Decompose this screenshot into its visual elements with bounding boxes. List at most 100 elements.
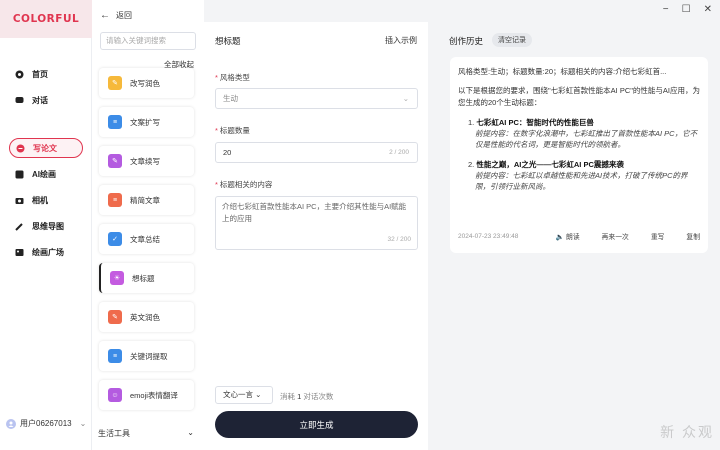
left-nav: COLORFUL 首页 对话 写论文 AI绘画 相机 思维导图 绘画广场 用户0… — [0, 0, 92, 450]
nav-item-gallery[interactable]: 绘画广场 — [9, 242, 83, 262]
copy-button[interactable]: 复制 — [686, 231, 700, 241]
count-counter: 2 / 200 — [389, 149, 409, 156]
insert-example-button[interactable]: 插入示例 — [385, 35, 417, 46]
chat-icon — [15, 96, 24, 105]
brand-logo: COLORFUL — [0, 0, 92, 38]
window-controls: − ☐ ✕ — [663, 4, 712, 15]
watermark: 新 众观 — [660, 424, 714, 440]
content-label: * 标题相关的内容 — [215, 180, 273, 189]
form-panel: 想标题 插入示例 * 风格类型 生动 ⌄ * 标题数量 20 2 / 200 * 标题… — [204, 22, 428, 450]
speaker-icon: 🔈 — [555, 234, 565, 241]
lightbulb-icon: ☀ — [110, 271, 124, 285]
back-button[interactable]: ← 返回 — [100, 10, 132, 21]
pen-icon: ✎ — [108, 310, 122, 324]
history-footer: 2024-07-23 23:49:48 🔈 朗读 再来一次 重写 复制 — [458, 231, 700, 242]
tool-item-expand[interactable]: ≡ 文案扩写 — [99, 107, 194, 137]
content-textarea[interactable]: 介绍七彩虹首款性能本AI PC，主要介绍其性能与AI赋能上的应用 32 / 20… — [215, 196, 418, 250]
history-intro: 以下是根据您的要求，围绕"七彩虹首款性能本AI PC"的性能与AI应用，为您生成… — [458, 86, 700, 107]
tool-label: 改写润色 — [130, 78, 160, 88]
chevron-down-icon: ⌄ — [187, 428, 194, 437]
rewrite-button[interactable]: 重写 — [651, 231, 665, 241]
history-panel: 创作历史 清空记录 风格类型:生动；标题数量:20；标题相关的内容:介绍七彩虹首… — [440, 22, 715, 450]
nav-item-ai-paint[interactable]: AI绘画 — [9, 164, 83, 184]
paper-icon — [16, 144, 25, 153]
generate-button[interactable]: 立即生成 — [215, 411, 418, 438]
tool-label: 想标题 — [132, 273, 155, 283]
count-value: 20 — [223, 148, 232, 157]
content-value: 介绍七彩虹首款性能本AI PC，主要介绍其性能与AI赋能上的应用 — [222, 202, 407, 223]
result-item: 2. 性能之巅，AI之光——七彩虹AI PC震撼来袭 前提内容：七彩虹以卓越性能… — [468, 160, 688, 191]
chevron-down-icon: ⌄ — [79, 419, 87, 428]
nav-label: 相机 — [32, 195, 48, 205]
home-icon — [15, 70, 24, 79]
tool-item-title-ideas[interactable]: ☀ 想标题 — [99, 263, 194, 293]
minimize-icon[interactable]: − — [663, 4, 669, 15]
tool-list-panel: ← 返回 请输入关键词搜索 全部收起 ✎ 改写润色 ≡ 文案扩写 ✎ 文章续写 … — [92, 0, 204, 450]
gallery-icon — [15, 248, 24, 257]
keyword-icon: ≡ — [108, 349, 122, 363]
camera-icon — [15, 196, 24, 205]
tool-search-input[interactable]: 请输入关键词搜索 — [100, 32, 196, 50]
cost-info: 消耗 1 对话次数 — [280, 392, 334, 401]
tool-label: 文案扩写 — [130, 117, 160, 127]
tool-label: 英文润色 — [130, 312, 160, 322]
nav-label: 写论文 — [33, 143, 57, 153]
life-tools-group[interactable]: 生活工具 ⌄ — [98, 428, 194, 439]
tool-label: 文章续写 — [130, 156, 160, 166]
history-card: 风格类型:生动；标题数量:20；标题相关的内容:介绍七彩虹首... 以下是根据您… — [450, 57, 708, 253]
nav-label: 首页 — [32, 69, 48, 79]
maximize-icon[interactable]: ☐ — [682, 4, 691, 15]
style-label: * 风格类型 — [215, 73, 250, 82]
summary-icon: ✓ — [108, 232, 122, 246]
emoji-icon: ☺ — [108, 388, 122, 402]
result-item: 1. 七彩虹AI PC：智能时代的性能巨兽 前提内容：在数字化浪潮中，七彩虹推出… — [468, 118, 698, 149]
tool-item-simplify[interactable]: ≡ 精简文章 — [99, 185, 194, 215]
nav-item-camera[interactable]: 相机 — [9, 190, 83, 210]
back-label: 返回 — [116, 11, 132, 20]
tool-label: emoji表情翻译 — [130, 390, 178, 400]
nav-item-write-paper[interactable]: 写论文 — [9, 138, 83, 158]
form-title: 想标题 — [215, 36, 241, 46]
style-value: 生动 — [223, 94, 238, 103]
tool-item-emoji-translate[interactable]: ☺ emoji表情翻译 — [99, 380, 194, 410]
ai-paint-icon — [15, 170, 24, 179]
life-tools-label: 生活工具 — [98, 429, 130, 438]
document-icon: ≡ — [108, 115, 122, 129]
style-select[interactable]: 生动 ⌄ — [215, 88, 418, 109]
close-icon[interactable]: ✕ — [704, 4, 712, 15]
mindmap-icon — [15, 222, 24, 231]
nav-item-mindmap[interactable]: 思维导图 — [9, 216, 83, 236]
retry-button[interactable]: 再来一次 — [602, 231, 629, 241]
tool-label: 精简文章 — [130, 195, 160, 205]
tool-label: 文章总结 — [130, 234, 160, 244]
nav-item-chat[interactable]: 对话 — [9, 90, 83, 110]
simplify-icon: ≡ — [108, 193, 122, 207]
nav-label: AI绘画 — [32, 169, 56, 179]
chevron-down-icon: ⌄ — [402, 94, 409, 103]
model-select[interactable]: 文心一言 ⌄ — [215, 386, 273, 404]
polish-icon: ✎ — [108, 76, 122, 90]
count-label: * 标题数量 — [215, 126, 250, 135]
nav-label: 对话 — [32, 95, 48, 105]
history-timestamp: 2024-07-23 23:49:48 — [458, 232, 519, 240]
nav-label: 思维导图 — [32, 221, 64, 231]
tool-item-english-polish[interactable]: ✎ 英文润色 — [99, 302, 194, 332]
nav-item-home[interactable]: 首页 — [9, 64, 83, 84]
tool-item-polish[interactable]: ✎ 改写润色 — [99, 68, 194, 98]
back-arrow-icon: ← — [100, 10, 110, 21]
tool-item-summary[interactable]: ✓ 文章总结 — [99, 224, 194, 254]
history-query: 风格类型:生动；标题数量:20；标题相关的内容:介绍七彩虹首... — [458, 67, 667, 76]
tool-item-keywords[interactable]: ≡ 关键词提取 — [99, 341, 194, 371]
user-name: 用户06267013 — [20, 419, 72, 428]
tool-item-continue[interactable]: ✎ 文章续写 — [99, 146, 194, 176]
clear-history-button[interactable]: 清空记录 — [492, 33, 532, 47]
content-counter: 32 / 200 — [387, 236, 412, 243]
model-value: 文心一言 — [223, 390, 253, 399]
logo-text: COLORFUL — [12, 13, 80, 25]
tool-label: 关键词提取 — [130, 351, 168, 361]
read-aloud-button[interactable]: 🔈 朗读 — [556, 231, 580, 241]
user-menu[interactable]: 用户06267013 ⌄ — [6, 418, 86, 429]
continue-icon: ✎ — [108, 154, 122, 168]
avatar — [6, 418, 16, 429]
count-input[interactable]: 20 2 / 200 — [215, 142, 418, 163]
